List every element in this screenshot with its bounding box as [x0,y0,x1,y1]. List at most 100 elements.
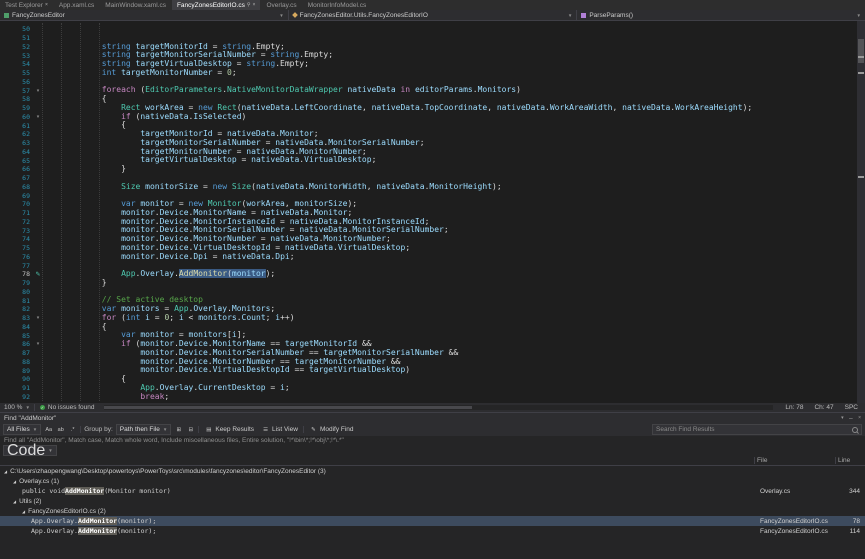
fold-icon[interactable]: ▾ [32,315,44,321]
close-icon[interactable]: × [858,415,861,421]
result-row[interactable]: public void AddMonitor(Monitor monitor)O… [0,486,865,496]
line-number: 76 [0,253,32,261]
line-number: 87 [0,349,32,357]
code-text: foreach (EditorParameters.NativeMonitorD… [44,86,521,95]
line-number: 78 [0,270,32,278]
line-number: 68 [0,183,32,191]
result-row[interactable]: ◢C:\Users\zhaopengwang\Desktop\powertoys… [0,466,865,476]
result-row[interactable]: App.Overlay.AddMonitor(monitor);FancyZon… [0,516,865,526]
issues-indicator[interactable]: ✓ No issues found [40,404,95,411]
spaces-indicator[interactable]: SPC [842,404,861,411]
result-row[interactable]: ◢Utils (2) [0,496,865,506]
results-header: File Line [0,456,865,466]
scope-dropdown[interactable]: All Files ▼ [3,424,41,435]
line-number: 80 [0,288,32,296]
result-row[interactable]: ◢FancyZonesEditorIO.cs (2) [0,506,865,516]
vertical-scrollbar[interactable] [857,21,865,403]
scrollbar-thumb[interactable] [104,406,472,409]
close-icon[interactable]: × [253,2,256,8]
close-icon[interactable]: × [45,2,48,8]
expand-all-icon[interactable]: ⊞ [174,425,183,434]
code-line[interactable]: 57▾ foreach (EditorParameters.NativeMoni… [0,86,857,95]
tab-Overlay.cs[interactable]: Overlay.cs [261,0,301,10]
member-name: ParseParams() [589,12,633,19]
member-dropdown[interactable]: ParseParams() ▼ [577,10,865,20]
project-dropdown[interactable]: FancyZonesEditor ▼ [0,10,289,20]
code-text: monitor.Device.Dpi = nativeData.Dpi; [44,253,295,262]
tab-Test Explorer[interactable]: Test Explorer× [0,0,53,10]
chevron-down-icon: ▼ [163,427,167,432]
result-text: ◢FancyZonesEditorIO.cs (2) [0,508,760,515]
search-box [652,424,862,435]
scrollbar-thumb[interactable] [858,39,864,63]
expander-icon[interactable]: ◢ [22,509,25,514]
line-number: 89 [0,367,32,375]
expander-icon[interactable]: ◢ [13,499,16,504]
find-results-panel: Find "AddMonitor" ▾ ⚊ × All Files ▼ Aa a… [0,412,865,559]
column-indicator[interactable]: Ch: 47 [811,404,836,411]
line-number: 51 [0,34,32,42]
keep-results-toggle[interactable]: ▤ Keep Results [202,425,256,434]
horizontal-scrollbar[interactable] [104,405,774,410]
whole-word-icon[interactable]: ab [56,425,65,434]
tab-MainWindow.xaml.cs[interactable]: MainWindow.xaml.cs [100,0,171,10]
method-icon [581,13,586,18]
code-line[interactable]: 50 [0,25,857,34]
fold-icon[interactable]: ▾ [32,88,44,94]
line-number: 52 [0,43,32,51]
window-position-icon[interactable]: ▾ [841,415,844,421]
result-line: 78 [838,518,865,525]
tab-label: MainWindow.xaml.cs [105,2,166,9]
result-row[interactable]: ◢Overlay.cs (1) [0,476,865,486]
code-line[interactable]: 92 break; [0,393,857,402]
code-line[interactable]: 78✎ App.Overlay.AddMonitor(monitor); [0,270,857,279]
tab-label: App.xaml.cs [59,2,94,9]
collapse-all-icon[interactable]: ⊟ [186,425,195,434]
list-view-toggle[interactable]: ☰ List View [259,425,300,434]
line-indicator[interactable]: Ln: 78 [782,404,806,411]
tab-App.xaml.cs[interactable]: App.xaml.cs [54,0,99,10]
regex-icon[interactable]: .* [68,425,77,434]
line-number: 79 [0,279,32,287]
zoom-select[interactable]: 100 % ▼ [4,404,35,411]
fold-icon[interactable]: ▾ [32,341,44,347]
result-line: 114 [838,528,865,535]
expander-icon[interactable]: ◢ [13,479,16,484]
code-line[interactable]: 55 int targetMonitorNumber = 0; [0,69,857,78]
pin-icon[interactable]: ⚲ [247,2,251,8]
column-header-file[interactable]: File [754,457,835,464]
navigation-bar: FancyZonesEditor ▼ FancyZonesEditor.Util… [0,10,865,21]
line-number: 59 [0,104,32,112]
column-header-line[interactable]: Line [835,457,865,464]
line-number: 61 [0,122,32,130]
group-by-dropdown[interactable]: Path then File ▼ [116,424,172,435]
modify-find-button[interactable]: ✎ Modify Find [307,425,356,434]
code-line[interactable]: 68 Size monitorSize = new Size(nativeDat… [0,183,857,192]
code-line[interactable]: 65 targetVirtualDesktop = nativeData.Vir… [0,156,857,165]
editor-status-bar: 100 % ▼ ✓ No issues found Ln: 78 Ch: 47 … [0,403,865,412]
code-line[interactable]: 89 monitor.Device.VirtualDesktopId == ta… [0,366,857,375]
match-text: AddMonitor [78,527,117,535]
pin-icon[interactable]: ⚊ [849,415,853,421]
code-line[interactable]: 60▾ if (nativeData.IsSelected) [0,113,857,122]
tab-MonitorInfoModel.cs[interactable]: MonitorInfoModel.cs [303,0,372,10]
search-find-results-input[interactable] [656,426,852,433]
zoom-value: 100 % [4,404,22,411]
result-type-filter[interactable]: Code ▼ [3,445,57,456]
result-text: public void AddMonitor(Monitor monitor) [0,487,760,495]
pencil-icon: ✎ [309,425,318,434]
result-row[interactable]: App.Overlay.AddMonitor(monitor);FancyZon… [0,526,865,536]
code-line[interactable]: 83▾ for (int i = 0; i < monitors.Count; … [0,314,857,323]
code-editor[interactable]: 505152 string targetMonitorId = string.E… [0,21,865,403]
line-number: 84 [0,323,32,331]
tab-FancyZonesEditorIO.cs[interactable]: FancyZonesEditorIO.cs⚲× [172,0,261,10]
class-name: FancyZonesEditor.Utils.FancyZonesEditorI… [300,12,428,19]
fold-icon[interactable]: ▾ [32,114,44,120]
code-line[interactable]: 66 } [0,165,857,174]
match-case-icon[interactable]: Aa [44,425,53,434]
node-label: FancyZonesEditorIO.cs (2) [28,508,106,515]
code-line[interactable]: 79 } [0,279,857,288]
class-dropdown[interactable]: FancyZonesEditor.Utils.FancyZonesEditorI… [289,10,578,20]
expander-icon[interactable]: ◢ [4,469,7,474]
code-line[interactable]: 76 monitor.Device.Dpi = nativeData.Dpi; [0,253,857,262]
